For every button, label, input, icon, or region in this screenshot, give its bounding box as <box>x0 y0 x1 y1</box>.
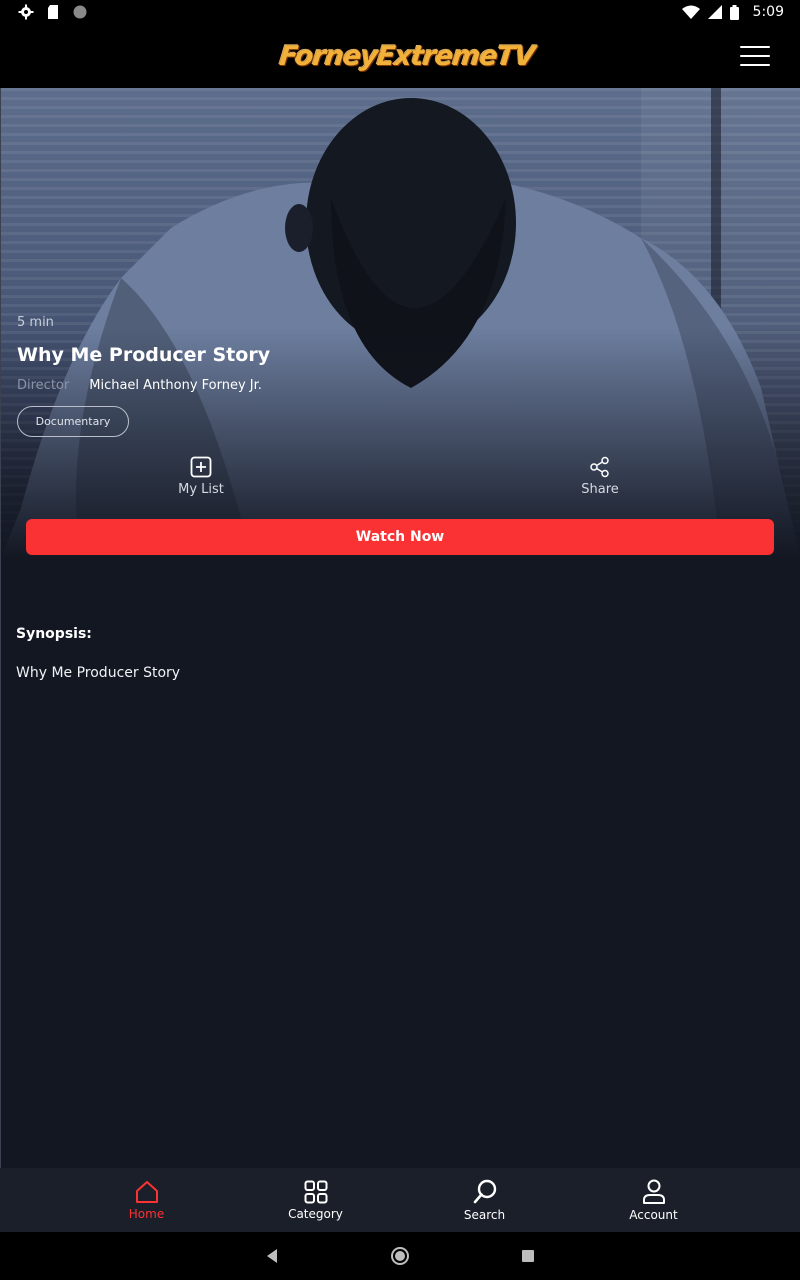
system-navigation-bar <box>0 1232 800 1280</box>
user-icon <box>642 1179 665 1204</box>
left-divider <box>0 558 1 1168</box>
recents-button[interactable] <box>516 1244 540 1268</box>
watch-now-button[interactable]: Watch Now <box>26 519 774 555</box>
my-list-label: My List <box>178 482 224 497</box>
hero-banner: 5 min Why Me Producer Story Director Mic… <box>0 88 800 558</box>
grid-icon <box>304 1180 327 1203</box>
nav-home-label: Home <box>128 1206 165 1221</box>
hamburger-icon-line <box>740 55 770 57</box>
app-header: ForneyExtremeTV <box>0 24 800 88</box>
status-time: 5:09 <box>752 4 784 20</box>
battery-icon <box>729 4 739 20</box>
nav-home[interactable]: Home <box>62 1168 231 1232</box>
hamburger-icon-line <box>740 46 770 48</box>
record-icon <box>73 5 87 19</box>
synopsis-text: Why Me Producer Story <box>16 665 181 681</box>
back-button[interactable] <box>260 1244 284 1268</box>
genre-tag[interactable]: Documentary <box>17 406 129 437</box>
share-button[interactable]: Share <box>555 456 645 497</box>
nav-category-label: Category <box>288 1206 343 1221</box>
app-logo[interactable]: ForneyExtremeTV <box>278 38 536 74</box>
back-icon <box>267 1249 277 1263</box>
home-icon <box>135 1180 158 1203</box>
bottom-navigation: Home Category Search Account <box>0 1168 800 1232</box>
hamburger-icon-line <box>740 64 770 66</box>
my-list-button[interactable]: My List <box>156 456 246 497</box>
video-title: Why Me Producer Story <box>17 344 271 366</box>
nav-account-label: Account <box>629 1207 678 1222</box>
status-right-icons: 5:09 <box>681 4 784 20</box>
menu-button[interactable] <box>740 44 770 68</box>
share-icon <box>590 456 609 478</box>
sd-card-icon <box>48 5 58 19</box>
signal-icon <box>707 5 722 19</box>
recents-icon <box>522 1250 534 1262</box>
nav-account[interactable]: Account <box>569 1168 738 1232</box>
wifi-icon <box>681 5 700 19</box>
status-bar: 5:09 <box>0 0 800 24</box>
search-icon <box>473 1179 496 1203</box>
share-label: Share <box>581 482 619 497</box>
synopsis-heading: Synopsis: <box>16 626 92 642</box>
add-to-list-icon <box>190 456 212 478</box>
director-name: Michael Anthony Forney Jr. <box>89 378 262 393</box>
director-label: Director <box>17 378 70 393</box>
settings-icon <box>18 4 34 20</box>
home-circle-icon <box>391 1247 409 1265</box>
nav-category[interactable]: Category <box>231 1168 400 1232</box>
nav-search[interactable]: Search <box>400 1168 569 1232</box>
director-row: Director Michael Anthony Forney Jr. <box>17 378 262 393</box>
duration-label: 5 min <box>17 315 54 330</box>
nav-search-label: Search <box>463 1207 506 1222</box>
home-system-button[interactable] <box>388 1244 412 1268</box>
status-left-icons <box>18 4 88 20</box>
